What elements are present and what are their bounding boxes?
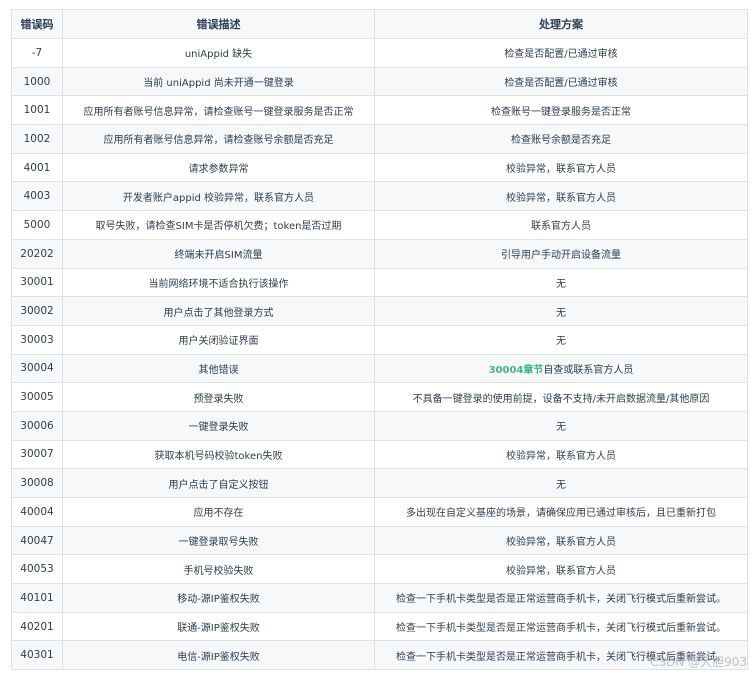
- table-row: 30001 当前网络环境不适合执行该操作无: [11, 267, 748, 298]
- table-row: 30004 其他错误 30004章节自查或联系官方人员: [11, 353, 748, 384]
- error-code-table: 错误码 错误描述 处理方案 -7 uniAppid 缺失 检查是否配置/已通过审核 1…: [11, 9, 748, 671]
- solution-text: 自查或联系官方人员: [543, 364, 634, 376]
- table-row: 4003 开发者账户appid 校验异常，联系官方人员 校验异常，联系官方人员: [11, 181, 748, 212]
- table-row: 40101 移动-源IP鉴权失败 检查一下手机卡类型是否是正常运营商手机卡，关闭飞行…: [11, 583, 748, 613]
- solution-cell: 无: [374, 324, 748, 355]
- table-row: -7 uniAppid 缺失 检查是否配置/已通过审核: [11, 38, 748, 68]
- error-code-cell: 40201: [11, 611, 63, 642]
- table-row: 40053 手机号校验失败 校验异常，联系官方人员: [11, 554, 748, 585]
- table-row: 1002 应用所有者账号信息异常，请检查账号余额是否充足 检查账号余额是否充足: [11, 124, 748, 154]
- solution-cell: 检查是否配置/已通过审核: [374, 66, 748, 97]
- section-link[interactable]: 30004章节: [489, 365, 544, 376]
- error-code-cell: 4001: [11, 152, 63, 183]
- solution-cell: 校验异常，联系官方人员: [374, 181, 748, 212]
- error-desc-cell: 用户点击了自定义按钮: [62, 468, 375, 498]
- error-code-cell: 40004: [11, 497, 63, 527]
- error-desc-cell: 获取本机号码校验token失败: [62, 439, 375, 470]
- header-desc: 错误描述: [62, 9, 375, 39]
- solution-cell: 校验异常，联系官方人员: [374, 554, 748, 585]
- table-row: 20202 终端未开启SIM流量 引导用户手动开启设备流量: [11, 238, 748, 269]
- error-code-cell: 5000: [11, 210, 63, 240]
- error-desc-cell: 应用所有者账号信息异常，请检查账号余额是否充足: [62, 124, 375, 154]
- solution-cell: 不具备一键登录的使用前提，设备不支持/未开启数据流量/其他原因: [374, 382, 748, 412]
- error-desc-cell: 预登录失败: [62, 382, 375, 412]
- solution-cell: 无: [374, 267, 748, 298]
- table-row: 30002 用户点击了其他登录方式无: [11, 296, 748, 326]
- error-desc-cell: 其他错误: [62, 353, 375, 384]
- error-code-cell: 30001: [11, 267, 63, 298]
- solution-cell: 检查账号余额是否充足: [374, 124, 748, 154]
- table-body: -7 uniAppid 缺失 检查是否配置/已通过审核 1000 当前 uniAppid…: [11, 38, 748, 671]
- error-desc-cell: 联通-源IP鉴权失败: [62, 611, 375, 642]
- error-desc-cell: 手机号校验失败: [62, 554, 375, 585]
- solution-cell: 多出现在自定义基座的场景，请确保应用已通过审核后，且已重新打包: [374, 497, 748, 527]
- error-desc-cell: 终端未开启SIM流量: [62, 238, 375, 269]
- error-desc-cell: 用户关闭验证界面: [62, 324, 375, 355]
- error-code-cell: -7: [11, 38, 63, 68]
- error-code-cell: 1000: [11, 66, 63, 97]
- solution-cell: 检查账号一键登录服务是否正常: [374, 95, 748, 126]
- error-desc-cell: 请求参数异常: [62, 152, 375, 183]
- solution-cell: 无: [374, 410, 748, 441]
- error-code-cell: 1001: [11, 95, 63, 126]
- table-row: 40047 一键登录取号失败 校验异常，联系官方人员: [11, 525, 748, 556]
- error-desc-cell: 一键登录取号失败: [62, 525, 375, 556]
- table-row: 30008 用户点击了自定义按钮无: [11, 468, 748, 498]
- error-desc-cell: 当前 uniAppid 尚未开通一键登录: [62, 66, 375, 97]
- solution-cell: 无: [374, 296, 748, 326]
- solution-cell: 引导用户手动开启设备流量: [374, 238, 748, 269]
- error-code-cell: 30005: [11, 382, 63, 412]
- error-code-cell: 1002: [11, 124, 63, 154]
- error-desc-cell: 移动-源IP鉴权失败: [62, 583, 375, 613]
- error-code-cell: 30002: [11, 296, 63, 326]
- error-code-cell: 4003: [11, 181, 63, 212]
- table-row: 40004 应用不存在 多出现在自定义基座的场景，请确保应用已通过审核后，且已重新打…: [11, 497, 748, 527]
- solution-cell: 检查一下手机卡类型是否是正常运营商手机卡，关闭飞行模式后重新尝试。: [374, 640, 748, 671]
- table-row: 4001 请求参数异常 校验异常，联系官方人员: [11, 152, 748, 183]
- error-desc-cell: 用户点击了其他登录方式: [62, 296, 375, 326]
- error-code-cell: 40101: [11, 583, 63, 613]
- table-row: 1000 当前 uniAppid 尚未开通一键登录 检查是否配置/已通过审核: [11, 66, 748, 97]
- error-code-cell: 30008: [11, 468, 63, 498]
- table-row: 1001 应用所有者账号信息异常，请检查账号一键登录服务是否正常 检查账号一键登录服…: [11, 95, 748, 126]
- error-code-cell: 40047: [11, 525, 63, 556]
- table-row: 30006 一键登录失败无: [11, 410, 748, 441]
- solution-cell: 检查是否配置/已通过审核: [374, 38, 748, 68]
- error-desc-cell: 应用所有者账号信息异常，请检查账号一键登录服务是否正常: [62, 95, 375, 126]
- error-desc-cell: 取号失败，请检查SIM卡是否停机欠费；token是否过期: [62, 210, 375, 240]
- error-code-cell: 30003: [11, 324, 63, 355]
- error-code-cell: 30007: [11, 439, 63, 470]
- table-row: 30007 获取本机号码校验token失败 校验异常，联系官方人员: [11, 439, 748, 470]
- error-code-cell: 40053: [11, 554, 63, 585]
- solution-cell: 校验异常，联系官方人员: [374, 439, 748, 470]
- table-row: 5000 取号失败，请检查SIM卡是否停机欠费；token是否过期 联系官方人员: [11, 210, 748, 240]
- error-desc-cell: uniAppid 缺失: [62, 38, 375, 68]
- solution-cell: 30004章节自查或联系官方人员: [374, 353, 748, 384]
- table-row: 40201 联通-源IP鉴权失败 检查一下手机卡类型是否是正常运营商手机卡，关闭飞行…: [11, 611, 748, 642]
- solution-cell: 无: [374, 468, 748, 498]
- error-desc-cell: 当前网络环境不适合执行该操作: [62, 267, 375, 298]
- table-row: 30005 预登录失败 不具备一键登录的使用前提，设备不支持/未开启数据流量/其他原…: [11, 382, 748, 412]
- error-code-cell: 40301: [11, 640, 63, 671]
- error-desc-cell: 一键登录失败: [62, 410, 375, 441]
- error-desc-cell: 应用不存在: [62, 497, 375, 527]
- solution-cell: 校验异常，联系官方人员: [374, 525, 748, 556]
- solution-cell: 联系官方人员: [374, 210, 748, 240]
- error-code-cell: 30006: [11, 410, 63, 441]
- header-code: 错误码: [11, 9, 63, 39]
- error-code-cell: 30004: [11, 353, 63, 384]
- table-header-row: 错误码 错误描述 处理方案: [11, 9, 748, 39]
- header-solution: 处理方案: [374, 9, 748, 39]
- error-desc-cell: 电信-源IP鉴权失败: [62, 640, 375, 671]
- table-row: 30003 用户关闭验证界面无: [11, 324, 748, 355]
- solution-cell: 检查一下手机卡类型是否是正常运营商手机卡，关闭飞行模式后重新尝试。: [374, 583, 748, 613]
- solution-cell: 校验异常，联系官方人员: [374, 152, 748, 183]
- error-desc-cell: 开发者账户appid 校验异常，联系官方人员: [62, 181, 375, 212]
- table-row: 40301 电信-源IP鉴权失败 检查一下手机卡类型是否是正常运营商手机卡，关闭飞行…: [11, 640, 748, 671]
- solution-cell: 检查一下手机卡类型是否是正常运营商手机卡，关闭飞行模式后重新尝试。: [374, 611, 748, 642]
- error-code-cell: 20202: [11, 238, 63, 269]
